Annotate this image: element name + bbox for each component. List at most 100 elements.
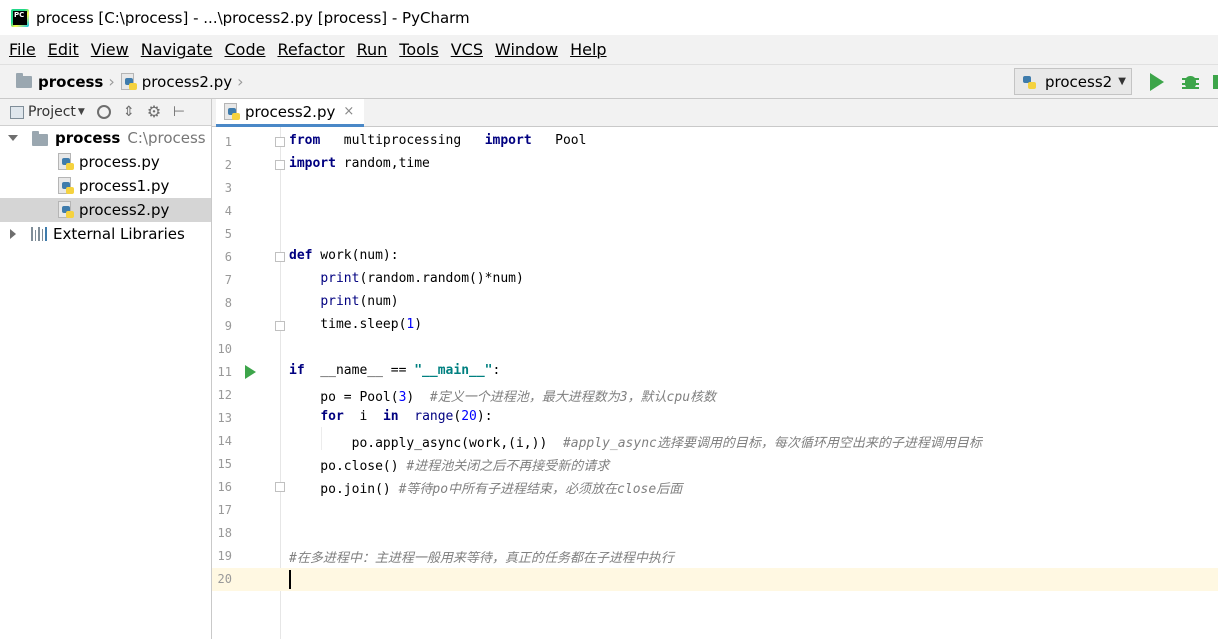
breadcrumb-file[interactable]: process2.py [142, 73, 232, 91]
gear-icon[interactable]: ⚙ [147, 104, 163, 120]
close-icon[interactable]: × [343, 104, 354, 119]
expand-arrow-icon[interactable] [8, 135, 18, 141]
line-number: 1 [224, 135, 232, 149]
menu-window[interactable]: Window [489, 40, 564, 59]
code-line: 1 from multiprocessing import Pool [212, 131, 1218, 154]
breadcrumb: process › process2.py › [16, 72, 250, 91]
fold-marker-icon[interactable] [275, 160, 285, 170]
hide-panel-icon[interactable]: ⊢ [173, 104, 189, 120]
fold-marker-icon[interactable] [275, 321, 285, 331]
folder-icon [16, 72, 32, 88]
folder-icon [32, 130, 48, 146]
line-number: 4 [224, 204, 232, 218]
line-number: 14 [217, 434, 232, 448]
project-panel-toolbar: Project ▼ ⇕ ⚙ ⊢ [0, 99, 211, 126]
locate-icon[interactable] [96, 105, 111, 119]
editor-tab[interactable]: process2.py × [216, 99, 364, 127]
menu-help[interactable]: Help [564, 40, 612, 59]
line-number: 7 [224, 273, 232, 287]
python-file-icon [58, 201, 74, 219]
editor-tab-bar: process2.py × [212, 99, 1218, 127]
breadcrumb-separator: › [108, 72, 115, 91]
line-number: 9 [224, 319, 232, 333]
text-caret [289, 570, 291, 589]
code-editor[interactable]: 1 from multiprocessing import Pool 2 imp… [212, 127, 1218, 639]
menu-navigate[interactable]: Navigate [135, 40, 219, 59]
code-text: time.sleep(1) [289, 317, 423, 332]
menu-run[interactable]: Run [351, 40, 394, 59]
breadcrumb-separator: › [237, 72, 244, 91]
tree-external-label: External Libraries [53, 225, 185, 243]
tree-item-file[interactable]: process1.py [0, 174, 211, 198]
chevron-down-icon: ▼ [1118, 76, 1126, 87]
tree-file-label: process2.py [79, 201, 170, 219]
code-line: 2 import random,time [212, 154, 1218, 177]
code-text: #在多进程中：主进程一般用来等待，真正的任务都在子进程中执行 [289, 551, 674, 566]
debug-icon[interactable] [1182, 73, 1199, 91]
editor-tab-label: process2.py [245, 102, 336, 121]
collapse-all-icon[interactable]: ⇕ [121, 104, 137, 120]
tree-file-label: process1.py [79, 177, 170, 195]
code-line: 4 [212, 200, 1218, 223]
fold-marker-icon[interactable] [275, 482, 285, 492]
python-file-icon [58, 177, 74, 195]
tree-item-file-selected[interactable]: process2.py [0, 198, 211, 222]
toolbar-overflow-icon[interactable] [1213, 75, 1218, 89]
code-line: 5 [212, 223, 1218, 246]
menu-edit[interactable]: Edit [42, 40, 85, 59]
project-view-select[interactable]: Project [28, 104, 76, 120]
menu-file[interactable]: File [3, 40, 42, 59]
expand-arrow-icon[interactable] [10, 229, 16, 239]
python-file-icon [224, 102, 240, 121]
line-number: 16 [217, 480, 232, 494]
line-number: 2 [224, 158, 232, 172]
line-number: 5 [224, 227, 232, 241]
code-text: for i in range(20): [320, 409, 493, 424]
menu-code[interactable]: Code [219, 40, 272, 59]
code-line: 13 for i in range(20): [212, 407, 1218, 430]
python-file-icon [1023, 73, 1039, 91]
code-line: 11 if __name__ == "__main__": [212, 361, 1218, 384]
line-number: 11 [217, 365, 232, 379]
python-file-icon [120, 72, 137, 91]
menu-view[interactable]: View [85, 40, 135, 59]
code-line: 19 #在多进程中：主进程一般用来等待，真正的任务都在子进程中执行 [212, 545, 1218, 568]
menu-tools[interactable]: Tools [393, 40, 444, 59]
menu-refactor[interactable]: Refactor [271, 40, 350, 59]
line-number: 15 [217, 457, 232, 471]
code-line: 7 print(random.random()*num) [212, 269, 1218, 292]
run-configuration-select[interactable]: process2 ▼ [1014, 68, 1132, 95]
code-text: import random,time [289, 156, 430, 171]
project-view-icon[interactable] [10, 105, 24, 119]
tree-item-root[interactable]: process C:\process [0, 126, 211, 150]
code-line: 18 [212, 522, 1218, 545]
window-title: process [C:\process] - ...\process2.py [… [36, 8, 470, 27]
fold-marker-icon[interactable] [275, 137, 285, 147]
code-line: 10 [212, 338, 1218, 361]
code-line: 17 [212, 499, 1218, 522]
code-line: 15 po.close() #进程池关闭之后不再接受新的请求 [212, 453, 1218, 476]
pycharm-app-icon: PC [11, 8, 29, 27]
navigation-bar: process › process2.py › process2 ▼ [0, 64, 1218, 99]
menu-vcs[interactable]: VCS [445, 40, 489, 59]
line-number: 18 [217, 526, 232, 540]
run-gutter-icon[interactable] [245, 365, 256, 379]
run-icon[interactable] [1150, 73, 1164, 91]
line-number: 19 [217, 549, 232, 563]
line-number: 10 [217, 342, 232, 356]
code-text: if __name__ == "__main__": [289, 363, 501, 378]
breadcrumb-project[interactable]: process [38, 73, 103, 91]
code-text: po.join() #等待po中所有子进程结束，必须放在close后面 [289, 482, 683, 497]
tree-file-label: process.py [79, 153, 160, 171]
line-number: 12 [217, 388, 232, 402]
code-line: 16 po.join() #等待po中所有子进程结束，必须放在close后面 [212, 476, 1218, 499]
library-icon [31, 227, 47, 241]
code-text: po.apply_async(work,(i,)) #apply_async选择… [289, 436, 982, 451]
tree-item-external-libraries[interactable]: External Libraries [0, 222, 211, 246]
tree-root-path: C:\process [127, 129, 206, 147]
fold-marker-icon[interactable] [275, 252, 285, 262]
code-text: po.close() #进程池关闭之后不再接受新的请求 [289, 459, 610, 474]
code-line: 3 [212, 177, 1218, 200]
code-text: def work(num): [289, 248, 399, 263]
tree-item-file[interactable]: process.py [0, 150, 211, 174]
